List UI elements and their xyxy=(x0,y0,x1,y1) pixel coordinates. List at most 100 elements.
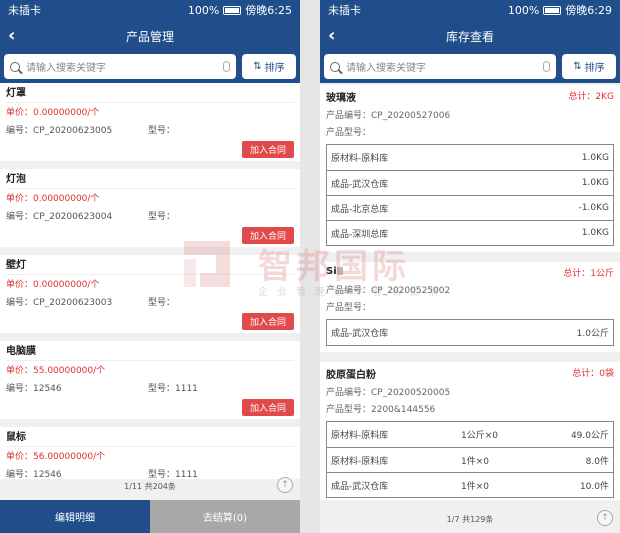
item-name: Si xyxy=(326,266,343,279)
product-model: 型号： xyxy=(148,212,176,222)
scroll-to-top-icon[interactable]: ↑ xyxy=(597,510,613,526)
product-name: 电脑膜 xyxy=(6,345,294,361)
product-model: 型号：1111 xyxy=(148,384,198,394)
table-row: 成品-武汉仓库 1.0KG xyxy=(327,170,613,195)
unit-conversion: 1公斤×0 xyxy=(461,431,498,441)
obscured-text xyxy=(336,267,343,275)
item-code: 产品编号：CP_20200525002 xyxy=(326,286,451,296)
inventory-view-screen: 未插卡 100% 傍晚6:29 ‹ 库存查看 请输入搜索关键字 ⇅ 排序 玻璃液… xyxy=(320,0,620,533)
product-code: 编号：12546 xyxy=(6,470,62,480)
table-row: 成品-北京总库 -1.0KG xyxy=(327,195,613,220)
warehouse-name: 原材料-原料库 xyxy=(331,456,389,467)
search-row: 请输入搜索关键字 ⇅ 排序 xyxy=(0,52,300,83)
inventory-card[interactable]: 胶原蛋白粉 总计：0袋 产品编号：CP_20200520005 产品型号：220… xyxy=(320,362,620,504)
search-icon xyxy=(330,61,340,72)
back-icon[interactable]: ‹ xyxy=(8,25,15,46)
sort-label: 排序 xyxy=(264,63,285,74)
microphone-icon[interactable] xyxy=(543,61,550,72)
unit-conversion: 1件×0 xyxy=(461,481,489,492)
nav-bar: ‹ 产品管理 xyxy=(0,20,300,52)
product-card[interactable]: 鼠标 单价：56.00000000/个 编号：12546 型号：1111 xyxy=(0,427,300,480)
nav-bar: ‹ 库存查看 xyxy=(320,20,620,52)
product-card[interactable]: 电脑膜 单价：55.00000000/个 编号：12546 型号：1111 加入… xyxy=(0,341,300,419)
product-model: 型号：1111 xyxy=(148,470,198,480)
warehouse-name: 成品-深圳总库 xyxy=(331,229,389,240)
unit-conversion: 1件×0 xyxy=(461,456,489,467)
clock: 傍晚6:29 xyxy=(565,4,612,17)
warehouse-name: 成品-北京总库 xyxy=(331,204,389,215)
sort-button[interactable]: ⇅ 排序 xyxy=(562,54,616,79)
battery-icon xyxy=(543,5,562,15)
product-model: 型号： xyxy=(148,298,176,308)
add-to-contract-button[interactable]: 加入合同 xyxy=(241,399,294,416)
item-name: 玻璃液 xyxy=(326,93,356,104)
product-price: 单价：56.00000000/个 xyxy=(6,452,106,462)
page-title: 库存查看 xyxy=(445,29,494,44)
warehouse-table: 成品-武汉仓库 1.0公斤 xyxy=(326,319,614,346)
bottom-action-bar: 编辑明细 去结算(0) xyxy=(0,500,300,533)
stock-qty: 1.0KG xyxy=(581,152,609,163)
product-management-screen: 未插卡 100% 傍晚6:25 ‹ 产品管理 请输入搜索关键字 ⇅ 排序 灯罩 … xyxy=(0,0,300,533)
search-row: 请输入搜索关键字 ⇅ 排序 xyxy=(320,52,620,83)
product-price: 单价：0.00000000/个 xyxy=(6,108,100,118)
page-title: 产品管理 xyxy=(125,29,174,44)
battery-icon xyxy=(223,5,242,15)
carrier-label: 未插卡 xyxy=(328,4,361,17)
search-placeholder: 请输入搜索关键字 xyxy=(26,63,106,74)
warehouse-table: 原材料-原料库 1公斤×0 49.0公斤 原材料-原料库 1件×0 8.0件 成品-武汉… xyxy=(326,421,614,498)
search-input[interactable]: 请输入搜索关键字 xyxy=(324,54,556,79)
sort-icon: ⇅ xyxy=(253,61,262,72)
item-name-text: Si xyxy=(326,266,337,277)
sort-button[interactable]: ⇅ 排序 xyxy=(242,54,296,79)
back-icon[interactable]: ‹ xyxy=(328,25,335,46)
product-price: 单价：0.00000000/个 xyxy=(6,194,100,204)
stock-qty: 49.0公斤 xyxy=(570,431,609,441)
product-code: 编号：CP_20200623004 xyxy=(6,212,113,222)
add-to-contract-button[interactable]: 加入合同 xyxy=(241,141,294,158)
table-row: 成品-深圳总库 1.0KG xyxy=(327,220,613,245)
item-model: 产品型号： xyxy=(326,128,372,138)
edit-details-button[interactable]: 编辑明细 xyxy=(0,500,150,533)
item-code: 产品编号：CP_20200527006 xyxy=(326,111,451,121)
battery-percent: 100% xyxy=(507,3,540,17)
item-total: 总计：0袋 xyxy=(572,369,614,379)
item-total: 总计：2KG xyxy=(568,92,614,102)
product-model: 型号： xyxy=(148,126,176,136)
product-price: 单价：55.00000000/个 xyxy=(6,366,106,376)
status-bar: 未插卡 100% 傍晚6:29 xyxy=(320,0,620,20)
sort-icon: ⇅ xyxy=(573,61,582,72)
table-row: 成品-武汉仓库 1.0公斤 xyxy=(327,320,613,345)
sort-label: 排序 xyxy=(584,63,605,74)
add-to-contract-button[interactable]: 加入合同 xyxy=(241,227,294,244)
warehouse-table: 原材料-原料库 1.0KG 成品-武汉仓库 1.0KG 成品-北京总库 -1.0KG … xyxy=(326,144,614,246)
item-total: 总计：1公斤 xyxy=(563,269,614,279)
inventory-card[interactable]: Si 总计：1公斤 产品编号：CP_20200525002 产品型号： 成品-武… xyxy=(320,262,620,352)
microphone-icon[interactable] xyxy=(223,61,230,72)
search-input[interactable]: 请输入搜索关键字 xyxy=(4,54,236,79)
search-placeholder: 请输入搜索关键字 xyxy=(346,63,426,74)
product-card[interactable]: 灯泡 单价：0.00000000/个 编号：CP_20200623004 型号：… xyxy=(0,169,300,247)
inventory-card[interactable]: 玻璃液 总计：2KG 产品编号：CP_20200527006 产品型号： 原材料… xyxy=(320,85,620,252)
product-code: 编号：CP_20200623003 xyxy=(6,298,113,308)
add-to-contract-button[interactable]: 加入合同 xyxy=(241,313,294,330)
item-model: 产品型号： xyxy=(326,303,372,313)
product-list: 灯罩 单价：0.00000000/个 编号：CP_20200623005 型号：… xyxy=(0,83,300,487)
product-name: 壁灯 xyxy=(6,259,294,275)
product-card[interactable]: 壁灯 单价：0.00000000/个 编号：CP_20200623003 型号：… xyxy=(0,255,300,333)
stock-qty: -1.0KG xyxy=(578,203,609,213)
checkout-button[interactable]: 去结算(0) xyxy=(150,500,300,533)
product-card[interactable]: 灯罩 单价：0.00000000/个 编号：CP_20200623005 型号：… xyxy=(0,83,300,161)
product-price: 单价：0.00000000/个 xyxy=(6,280,100,290)
product-name: 鼠标 xyxy=(6,431,294,447)
warehouse-name: 成品-武汉仓库 xyxy=(331,179,389,190)
product-code: 编号：CP_20200623005 xyxy=(6,126,113,136)
product-code: 编号：12546 xyxy=(6,384,62,394)
scroll-to-top-icon[interactable]: ↑ xyxy=(277,477,293,493)
stock-qty: 8.0件 xyxy=(585,456,609,467)
stock-qty: 1.0公斤 xyxy=(576,329,609,339)
stock-qty: 1.0KG xyxy=(581,228,609,238)
pagination-info: 1/7 共129条 xyxy=(446,515,494,524)
table-row: 原材料-原料库 1公斤×0 49.0公斤 xyxy=(327,422,613,447)
stock-qty: 1.0KG xyxy=(581,178,609,188)
table-row: 原材料-原料库 1.0KG xyxy=(327,145,613,170)
